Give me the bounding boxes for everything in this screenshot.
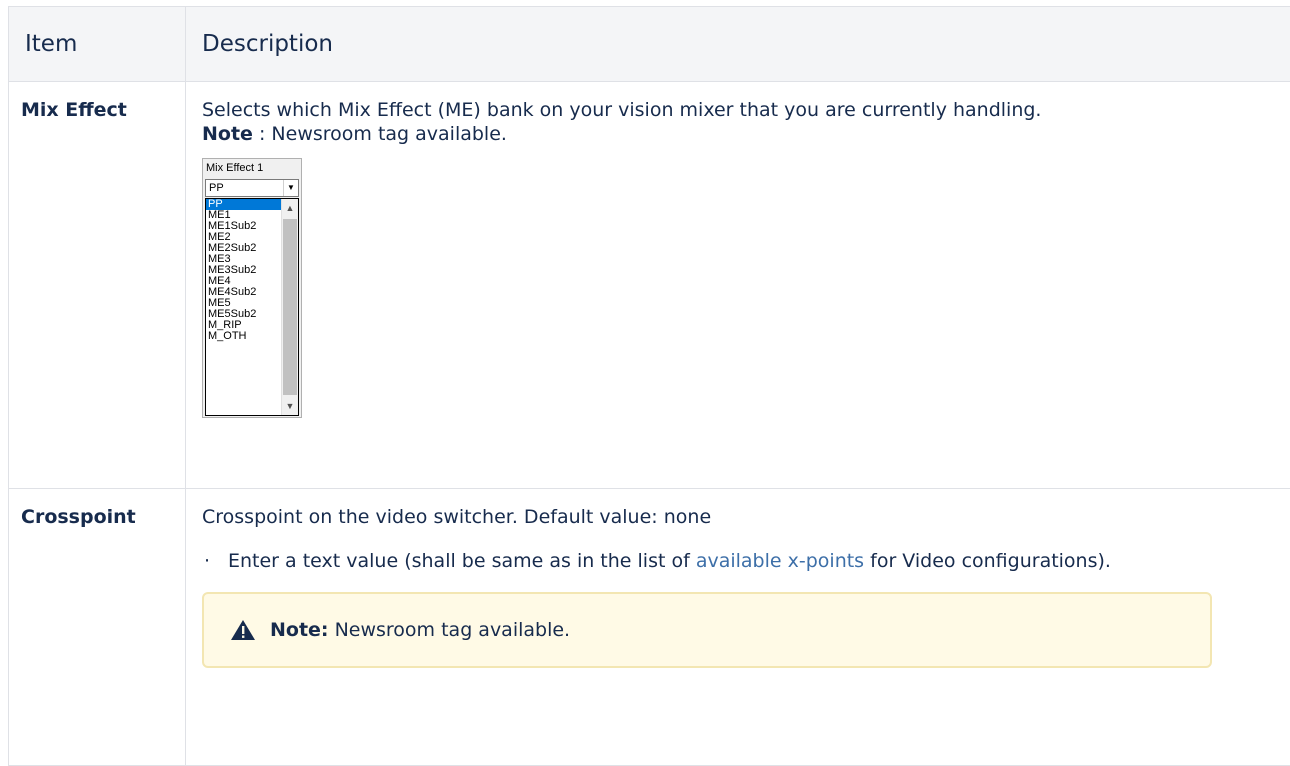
bullet-text-suffix: for Video configurations).	[864, 550, 1111, 572]
chevron-down-icon: ▼	[283, 180, 298, 196]
table-row: Mix Effect Selects which Mix Effect (ME)…	[9, 82, 1290, 489]
note-callout: Note: Newsroom tag available.	[202, 592, 1212, 668]
note-line: Note : Newsroom tag available.	[202, 122, 1287, 146]
mix-effect-dropdown-screenshot: Mix Effect 1 PP ▼ PP ME1 ME1Sub2 ME2 ME2…	[202, 158, 302, 418]
screenshot-scrollbar: ▲ ▼	[281, 199, 298, 415]
header-description: Description	[186, 7, 1290, 82]
chevron-down-icon: ▼	[282, 399, 298, 413]
note-label: Note:	[270, 618, 329, 642]
list-item: Enter a text value (shall be same as in …	[228, 545, 1287, 578]
screenshot-select: PP ▼	[205, 179, 299, 197]
screenshot-select-value: PP	[209, 183, 224, 194]
row-description-crosspoint: Crosspoint on the video switcher. Defaul…	[186, 489, 1290, 766]
screenshot-title: Mix Effect 1	[206, 163, 263, 174]
warning-icon	[230, 619, 256, 641]
table-row: Crosspoint Crosspoint on the video switc…	[9, 489, 1290, 766]
chevron-up-icon: ▲	[282, 201, 298, 215]
description-text: Selects which Mix Effect (ME) bank on yo…	[202, 98, 1287, 122]
screenshot-option-list: PP ME1 ME1Sub2 ME2 ME2Sub2 ME3 ME3Sub2 M…	[205, 198, 299, 416]
description-text: Crosspoint on the video switcher. Defaul…	[202, 505, 1287, 529]
parameter-table: Item Description Mix Effect Selects whic…	[8, 6, 1290, 766]
list-item: M_OTH	[206, 331, 284, 342]
note-label: Note	[202, 123, 253, 145]
bullet-text-prefix: Enter a text value (shall be same as in …	[228, 550, 696, 572]
row-description-mix-effect: Selects which Mix Effect (ME) bank on yo…	[186, 82, 1290, 489]
table-header-row: Item Description	[9, 7, 1290, 82]
header-item: Item	[9, 7, 186, 82]
available-x-points-link[interactable]: available x-points	[696, 550, 864, 572]
note-text: : Newsroom tag available.	[253, 123, 507, 145]
row-item-crosspoint: Crosspoint	[9, 489, 186, 766]
row-item-mix-effect: Mix Effect	[9, 82, 186, 489]
bullet-list: Enter a text value (shall be same as in …	[202, 545, 1287, 578]
note-text: Newsroom tag available.	[329, 618, 571, 642]
scrollbar-thumb	[283, 219, 297, 395]
